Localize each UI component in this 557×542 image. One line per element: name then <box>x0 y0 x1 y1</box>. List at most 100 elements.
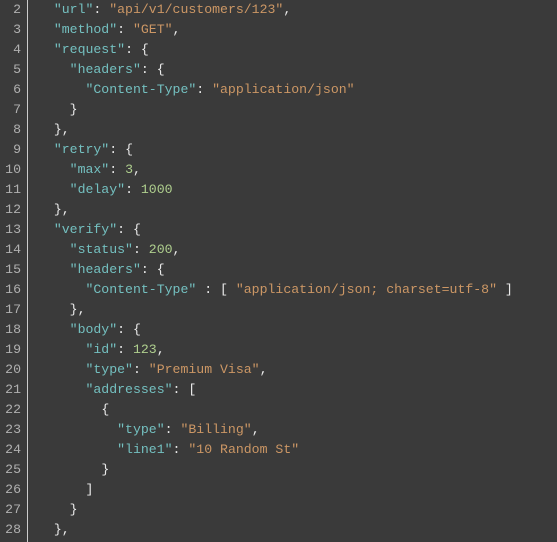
token-punc: : <box>125 42 141 57</box>
token-key: "type" <box>85 362 132 377</box>
code-area[interactable]: "url": "api/v1/customers/123", "method":… <box>28 0 557 542</box>
token-punc: , <box>252 422 260 437</box>
token-punc: : <box>141 62 157 77</box>
token-punc: , <box>173 22 181 37</box>
code-line[interactable]: "addresses": [ <box>38 380 557 400</box>
line-number: 2 <box>4 0 21 20</box>
code-line[interactable]: }, <box>38 120 557 140</box>
token-bracket: { <box>141 42 149 57</box>
code-line[interactable]: } <box>38 460 557 480</box>
token-punc: : <box>109 162 125 177</box>
indent <box>38 382 85 397</box>
code-line[interactable]: { <box>38 400 557 420</box>
token-punc: : <box>109 142 125 157</box>
code-line[interactable]: "headers": { <box>38 260 557 280</box>
indent <box>38 22 54 37</box>
indent <box>38 302 70 317</box>
line-number: 13 <box>4 220 21 240</box>
code-line[interactable]: "verify": { <box>38 220 557 240</box>
indent <box>38 182 70 197</box>
line-number: 20 <box>4 360 21 380</box>
code-line[interactable]: "body": { <box>38 320 557 340</box>
code-line[interactable]: "id": 123, <box>38 340 557 360</box>
token-punc: , <box>260 362 268 377</box>
token-key: "line1" <box>117 442 172 457</box>
code-line[interactable]: } <box>38 500 557 520</box>
code-line[interactable]: "type": "Billing", <box>38 420 557 440</box>
indent <box>38 442 117 457</box>
token-bracket: } <box>70 502 78 517</box>
code-line[interactable]: "max": 3, <box>38 160 557 180</box>
token-punc: : <box>196 282 220 297</box>
token-key: "headers" <box>70 62 141 77</box>
token-punc: : <box>196 82 212 97</box>
token-bracket: } <box>54 122 62 137</box>
token-bracket: [ <box>188 382 196 397</box>
code-line[interactable]: "request": { <box>38 40 557 60</box>
token-num: 200 <box>149 242 173 257</box>
line-number-gutter: 2345678910111213141516171819202122232425… <box>0 0 28 542</box>
line-number: 15 <box>4 260 21 280</box>
indent <box>38 222 54 237</box>
token-punc: , <box>62 522 70 537</box>
line-number: 12 <box>4 200 21 220</box>
code-line[interactable]: }, <box>38 200 557 220</box>
line-number: 14 <box>4 240 21 260</box>
token-bracket: [ <box>220 282 236 297</box>
token-punc: : <box>141 262 157 277</box>
indent <box>38 342 85 357</box>
code-line[interactable]: "status": 200, <box>38 240 557 260</box>
indent <box>38 322 70 337</box>
code-line[interactable]: "Content-Type" : [ "application/json; ch… <box>38 280 557 300</box>
line-number: 3 <box>4 20 21 40</box>
token-key: "url" <box>54 2 94 17</box>
token-bracket: } <box>54 202 62 217</box>
token-punc: : <box>117 22 133 37</box>
indent <box>38 402 101 417</box>
code-line[interactable]: "retry": { <box>38 140 557 160</box>
token-punc: : <box>93 2 109 17</box>
token-bracket: { <box>125 142 133 157</box>
code-line[interactable]: "headers": { <box>38 60 557 80</box>
line-number: 4 <box>4 40 21 60</box>
token-str: "10 Random St" <box>188 442 299 457</box>
token-punc: : <box>117 222 133 237</box>
token-num: 123 <box>133 342 157 357</box>
indent <box>38 422 117 437</box>
line-number: 23 <box>4 420 21 440</box>
token-punc: , <box>133 162 141 177</box>
token-key: "retry" <box>54 142 109 157</box>
indent <box>38 142 54 157</box>
code-line[interactable]: }, <box>38 300 557 320</box>
token-bracket: { <box>101 402 109 417</box>
token-bracket: ] <box>85 482 93 497</box>
token-bracket: { <box>133 222 141 237</box>
indent <box>38 502 70 517</box>
code-line[interactable]: }, <box>38 520 557 540</box>
token-key: "Content-Type" <box>85 282 196 297</box>
code-line[interactable]: "line1": "10 Random St" <box>38 440 557 460</box>
code-line[interactable]: "url": "api/v1/customers/123", <box>38 0 557 20</box>
code-line[interactable]: } <box>38 100 557 120</box>
token-punc: : <box>165 422 181 437</box>
token-key: "verify" <box>54 222 117 237</box>
token-bracket: } <box>101 462 109 477</box>
token-bracket: } <box>70 302 78 317</box>
code-line[interactable]: "method": "GET", <box>38 20 557 40</box>
line-number: 28 <box>4 520 21 540</box>
line-number: 9 <box>4 140 21 160</box>
code-line[interactable]: "Content-Type": "application/json" <box>38 80 557 100</box>
code-line[interactable]: "delay": 1000 <box>38 180 557 200</box>
code-line[interactable]: ] <box>38 480 557 500</box>
line-number: 21 <box>4 380 21 400</box>
indent <box>38 282 85 297</box>
code-line[interactable]: "type": "Premium Visa", <box>38 360 557 380</box>
token-key: "type" <box>117 422 164 437</box>
line-number: 11 <box>4 180 21 200</box>
token-punc: : <box>173 442 189 457</box>
code-editor[interactable]: 2345678910111213141516171819202122232425… <box>0 0 557 542</box>
token-str: "GET" <box>133 22 173 37</box>
line-number: 7 <box>4 100 21 120</box>
token-key: "request" <box>54 42 125 57</box>
token-punc: : <box>173 382 189 397</box>
